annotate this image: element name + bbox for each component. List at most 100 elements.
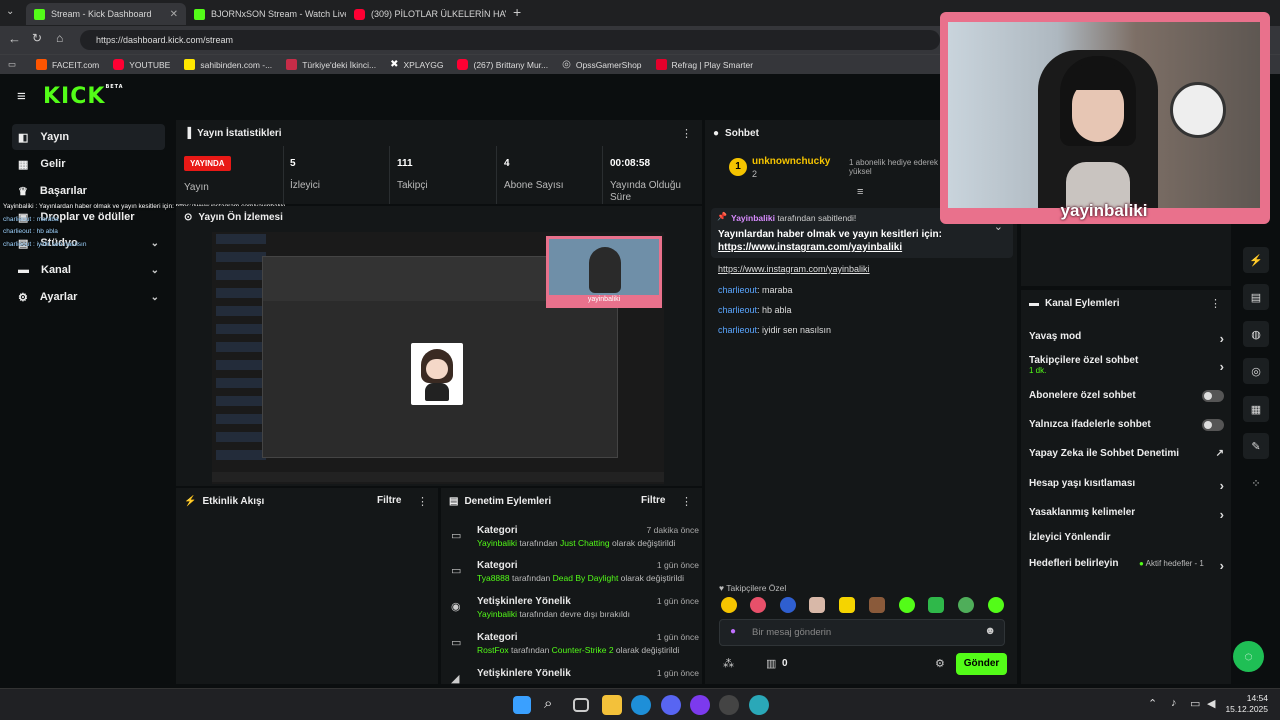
- action-raid[interactable]: İzleyici Yönlendir: [1029, 532, 1224, 543]
- new-tab-icon[interactable]: +: [513, 4, 521, 20]
- bookmark-turkiye[interactable]: Türkiye'deki İkinci...: [286, 59, 376, 70]
- sidebar-item-kanal[interactable]: ▬ Kanal ⌄: [12, 257, 165, 283]
- action-slow-mode[interactable]: Yavaş mod ›: [1029, 331, 1224, 346]
- close-tab-icon[interactable]: ✕: [170, 9, 178, 20]
- discord-icon[interactable]: [661, 695, 681, 715]
- top-gifter-name[interactable]: unknownchucky: [752, 156, 830, 167]
- browser-icon[interactable]: [749, 695, 769, 715]
- action-ai-moderation[interactable]: Yapay Zeka ile Sohbet Denetimi ↗: [1029, 448, 1224, 459]
- steelseries-icon[interactable]: [719, 695, 739, 715]
- tab-youtube-video[interactable]: (309) PİLOTLAR ÜLKELERİN HAVAY ✕: [346, 3, 506, 25]
- chat-message: https://www.instagram.com/yayinbaliki: [718, 264, 870, 274]
- quick-action-chat[interactable]: ◍: [1243, 321, 1269, 347]
- collapse-icon[interactable]: ≡: [857, 186, 863, 198]
- message-text: : hb abla: [757, 305, 792, 315]
- message-user[interactable]: charlieout: [718, 325, 757, 335]
- row-user[interactable]: RostFox: [477, 645, 509, 655]
- task-view-icon[interactable]: [573, 698, 589, 712]
- send-button[interactable]: Gönder: [956, 653, 1007, 675]
- network-icon[interactable]: ▭: [1190, 697, 1200, 710]
- pinned-text: Yayınlardan haber olmak ve yayın kesitle…: [718, 229, 942, 240]
- tab-list-icon[interactable]: ⌄: [6, 6, 14, 17]
- emote-5[interactable]: [839, 597, 855, 613]
- emote-3[interactable]: [780, 597, 796, 613]
- search-icon[interactable]: ⌕: [544, 695, 552, 712]
- row-target[interactable]: Counter-Strike 2: [552, 645, 614, 655]
- row-user[interactable]: Yayinbaliki: [477, 538, 517, 548]
- microphone-icon[interactable]: ●: [730, 626, 736, 637]
- quick-action-tools[interactable]: ✎: [1243, 433, 1269, 459]
- sidebar-item-ayarlar[interactable]: ⚙ Ayarlar ⌄: [12, 284, 165, 310]
- kick-logo[interactable]: KICKBETA: [43, 84, 124, 109]
- tray-chevron-icon[interactable]: ⌃: [1148, 697, 1157, 710]
- emote-10[interactable]: [988, 597, 1004, 613]
- pinned-by-user[interactable]: Yayinbaliki: [731, 213, 775, 223]
- emote-8[interactable]: [928, 597, 944, 613]
- more-options-icon[interactable]: ⋮: [417, 495, 428, 508]
- microphone-tray-icon[interactable]: ♪: [1171, 697, 1177, 709]
- gift-icon[interactable]: ▥: [766, 657, 776, 670]
- url-field[interactable]: https://dashboard.kick.com/stream: [80, 30, 940, 50]
- row-target[interactable]: Just Chatting: [560, 538, 610, 548]
- sidebar-toggle-icon[interactable]: ▭: [8, 59, 16, 70]
- emoji-icon[interactable]: ☻: [984, 625, 996, 637]
- row-target[interactable]: Dead By Daylight: [553, 573, 619, 583]
- subscribers-only-toggle[interactable]: [1202, 390, 1224, 402]
- bookmark-xplaygg[interactable]: ✖ XPLAYGG: [390, 59, 443, 70]
- action-account-age[interactable]: Hesap yaşı kısıtlaması ›: [1029, 478, 1224, 493]
- side-panel: [1021, 222, 1231, 286]
- support-button[interactable]: ◌: [1233, 641, 1264, 672]
- more-options-icon[interactable]: ⋮: [681, 495, 692, 508]
- pinned-link[interactable]: https://www.instagram.com/yayinbaliki: [718, 242, 902, 253]
- emote-1[interactable]: [721, 597, 737, 613]
- emote-4[interactable]: [809, 597, 825, 613]
- emote-7[interactable]: [899, 597, 915, 613]
- chat-input[interactable]: ● Bir mesaj gönderin ☻: [719, 619, 1005, 646]
- bookmark-brittany[interactable]: (267) Brittany Mur...: [457, 59, 548, 70]
- quick-action-broadcast[interactable]: ◎: [1243, 358, 1269, 384]
- clock[interactable]: 14:54 15.12.2025: [1224, 693, 1268, 715]
- message-text: : iyidir sen nasılsın: [757, 325, 832, 335]
- message-user[interactable]: charlieout: [718, 285, 757, 295]
- row-user[interactable]: Yayinbaliki: [477, 609, 517, 619]
- emote-2[interactable]: [750, 597, 766, 613]
- file-explorer-icon[interactable]: [602, 695, 622, 715]
- emote-6[interactable]: [869, 597, 885, 613]
- filter-button[interactable]: Filtre: [377, 495, 401, 506]
- action-banned-words[interactable]: Yasaklanmış kelimeler ›: [1029, 507, 1224, 522]
- home-icon[interactable]: ⌂: [56, 31, 63, 45]
- settings-gear-icon[interactable]: ⚙: [935, 657, 945, 670]
- filter-button[interactable]: Filtre: [641, 495, 665, 506]
- bookmark-sahibinden[interactable]: sahibinden.com -...: [184, 59, 272, 70]
- back-icon[interactable]: ←: [8, 31, 21, 46]
- users-icon[interactable]: ⁂: [723, 657, 734, 670]
- quick-action-lightning[interactable]: ⚡: [1243, 247, 1269, 273]
- more-options-icon[interactable]: ⋮: [1210, 297, 1221, 310]
- more-options-icon[interactable]: ⋮: [681, 127, 692, 140]
- edge-icon[interactable]: [631, 695, 651, 715]
- quick-action-document[interactable]: ▤: [1243, 284, 1269, 310]
- bookmark-youtube[interactable]: YOUTUBE: [113, 59, 170, 70]
- app-icon[interactable]: [690, 695, 710, 715]
- quick-action-layout[interactable]: ▦: [1243, 396, 1269, 422]
- stream-video[interactable]: yayinbaliki: [212, 232, 664, 484]
- sidebar-item-yayin[interactable]: ◧ Yayın: [12, 124, 165, 150]
- tab-bjornxson[interactable]: BJORNxSON Stream - Watch Live o ✕: [186, 3, 346, 25]
- windows-start-icon[interactable]: [513, 696, 531, 714]
- message-user[interactable]: charlieout: [718, 305, 757, 315]
- emote-only-toggle[interactable]: [1202, 419, 1224, 431]
- sidebar-item-gelir[interactable]: ▦ Gelir: [12, 151, 165, 177]
- tab-kick-dashboard[interactable]: Stream - Kick Dashboard ✕: [26, 3, 186, 25]
- bookmark-opssgamershop[interactable]: ◎ OpssGamerShop: [562, 59, 641, 70]
- bookmark-refrag[interactable]: Refrag | Play Smarter: [655, 59, 753, 70]
- reload-icon[interactable]: ↻: [32, 31, 42, 45]
- bookmark-faceit[interactable]: FACEIT.com: [36, 59, 99, 70]
- action-goals[interactable]: Hedefleri belirleyin ● Aktif hedefler - 1…: [1029, 558, 1224, 573]
- action-followers-only[interactable]: Takipçilere özel sohbet 1 dk. ›: [1029, 355, 1224, 375]
- message-text[interactable]: https://www.instagram.com/yayinbaliki: [718, 264, 870, 274]
- volume-icon[interactable]: ◀: [1207, 697, 1215, 710]
- quick-action-share[interactable]: ⁘: [1243, 470, 1269, 496]
- hamburger-menu-icon[interactable]: ≡: [17, 88, 26, 105]
- emote-9[interactable]: [958, 597, 974, 613]
- row-user[interactable]: Tya8888: [477, 573, 510, 583]
